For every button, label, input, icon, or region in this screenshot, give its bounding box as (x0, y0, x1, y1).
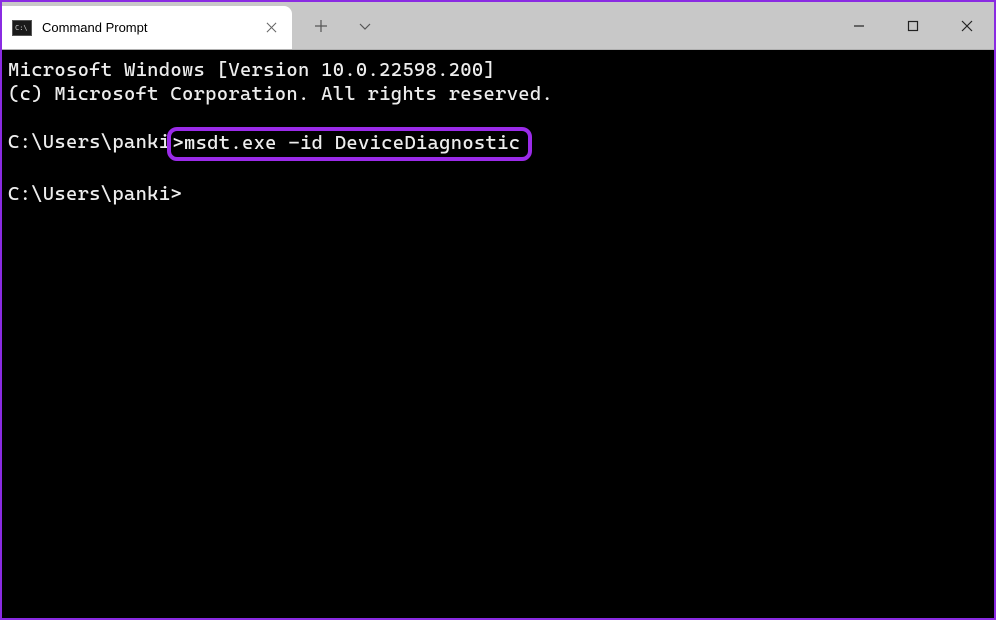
command-highlight: >msdt.exe -id DeviceDiagnostic (167, 127, 532, 161)
window-controls (832, 2, 994, 49)
cmd-icon: C:\ (12, 20, 32, 36)
prompt-line-2: C:\Users\panki> (8, 182, 988, 206)
terminal-output[interactable]: Microsoft Windows [Version 10.0.22598.20… (2, 50, 994, 214)
new-tab-button[interactable] (300, 7, 342, 45)
command-line-1: C:\Users\panki>msdt.exe -id DeviceDiagno… (8, 130, 988, 158)
blank-line (8, 158, 988, 182)
minimize-icon (853, 20, 865, 32)
maximize-icon (907, 20, 919, 32)
title-bar-spacer[interactable] (386, 2, 832, 49)
maximize-button[interactable] (886, 2, 940, 49)
version-line: Microsoft Windows [Version 10.0.22598.20… (8, 58, 988, 82)
chevron-down-icon (358, 19, 372, 33)
typed-command: msdt.exe -id DeviceDiagnostic (184, 131, 520, 154)
copyright-line: (c) Microsoft Corporation. All rights re… (8, 82, 988, 106)
tab-command-prompt[interactable]: C:\ Command Prompt (2, 6, 292, 49)
plus-icon (314, 19, 328, 33)
tab-close-button[interactable] (262, 19, 280, 37)
close-button[interactable] (940, 2, 994, 49)
tab-actions (292, 2, 386, 49)
tab-dropdown-button[interactable] (344, 7, 386, 45)
title-bar: C:\ Command Prompt (2, 2, 994, 50)
prompt-arrow: > (172, 131, 184, 154)
close-icon (961, 20, 973, 32)
tab-title: Command Prompt (42, 20, 262, 35)
minimize-button[interactable] (832, 2, 886, 49)
close-icon (266, 22, 277, 33)
prompt-path: C:\Users\panki (8, 130, 170, 158)
